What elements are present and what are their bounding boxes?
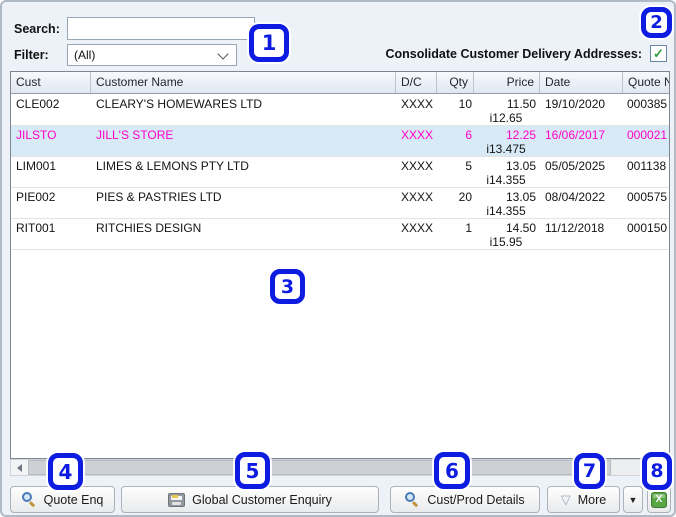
dc-value: XXXX <box>401 159 435 174</box>
search-label: Search: <box>14 22 60 36</box>
dc-value: XXXX <box>401 221 435 236</box>
annotation-badge-8: 8 <box>642 452 672 490</box>
column-header-dc[interactable]: D/C <box>396 72 437 93</box>
cust-code-link[interactable]: RIT001 <box>16 221 88 236</box>
customer-name: JILL'S STORE <box>96 128 392 143</box>
date-value: 08/04/2022 <box>545 190 622 205</box>
annotation-badge-1: 1 <box>249 24 289 62</box>
qty-value: 10 <box>437 97 472 112</box>
consolidate-checkbox[interactable]: ✓ <box>650 45 667 62</box>
price-value: 11.50 <box>474 97 536 112</box>
table-row[interactable]: RIT001 RITCHIES DESIGN XXXX 1 14.50 i15.… <box>11 219 669 250</box>
search-input[interactable] <box>67 17 255 40</box>
global-customer-enquiry-label: Global Customer Enquiry <box>192 493 332 507</box>
quote-no-link[interactable]: 000385 <box>627 97 669 112</box>
table-row[interactable]: LIM001 LIMES & LEMONS PTY LTD XXXX 5 13.… <box>11 157 669 188</box>
filter-label: Filter: <box>14 48 49 62</box>
qty-value: 1 <box>437 221 472 236</box>
magnifier-icon <box>22 492 37 507</box>
customer-name: LIMES & LEMONS PTY LTD <box>96 159 392 174</box>
annotation-badge-4: 4 <box>48 453 83 490</box>
cust-code-link[interactable]: LIM001 <box>16 159 88 174</box>
price-inc-value: i15.95 <box>474 235 538 250</box>
scroll-left-button[interactable] <box>11 460 28 475</box>
filter-value: (All) <box>74 48 95 62</box>
price-inc-value: i14.355 <box>474 173 538 188</box>
price-value: 12.25 <box>474 128 536 143</box>
quote-no-link[interactable]: 000150 <box>627 221 669 236</box>
cust-code-link[interactable]: JILSTO <box>16 128 88 143</box>
magnifier-icon <box>405 492 420 507</box>
column-header-price[interactable]: Price <box>474 72 540 93</box>
global-customer-enquiry-button[interactable]: Global Customer Enquiry <box>121 486 379 513</box>
customer-name: PIES & PASTRIES LTD <box>96 190 392 205</box>
triangle-down-icon: ▽ <box>561 493 571 506</box>
cust-prod-details-button[interactable]: Cust/Prod Details <box>390 486 540 513</box>
more-button[interactable]: ▽ More <box>547 486 620 513</box>
customer-name: CLEARY'S HOMEWARES LTD <box>96 97 392 112</box>
date-value: 11/12/2018 <box>545 221 622 236</box>
table-row-selected[interactable]: JILSTO JILL'S STORE XXXX 6 12.25 i13.475… <box>11 126 669 157</box>
chevron-down-icon <box>217 48 228 59</box>
qty-value: 5 <box>437 159 472 174</box>
filter-dropdown[interactable]: (All) <box>67 44 237 66</box>
register-icon <box>168 493 185 507</box>
horizontal-scrollbar[interactable] <box>10 459 670 476</box>
column-header-date[interactable]: Date <box>540 72 623 93</box>
date-value: 16/06/2017 <box>545 128 622 143</box>
table-row[interactable]: PIE002 PIES & PASTRIES LTD XXXX 20 13.05… <box>11 188 669 219</box>
checkmark-icon: ✓ <box>653 46 664 61</box>
export-excel-button[interactable]: X <box>647 486 671 513</box>
cust-code-link[interactable]: PIE002 <box>16 190 88 205</box>
qty-value: 6 <box>437 128 472 143</box>
price-inc-value: i14.355 <box>474 204 538 219</box>
price-inc-value: i12.65 <box>474 111 538 126</box>
price-value: 13.05 <box>474 159 536 174</box>
annotation-badge-3: 3 <box>270 269 305 304</box>
results-grid: Cust Customer Name D/C Qty Price Date Qu… <box>10 71 670 459</box>
customer-name: RITCHIES DESIGN <box>96 221 392 236</box>
scrollbar-thumb[interactable] <box>28 460 611 475</box>
consolidate-label: Consolidate Customer Delivery Addresses: <box>385 47 642 61</box>
cust-prod-details-label: Cust/Prod Details <box>427 493 524 507</box>
quote-no-link[interactable]: 000021 <box>627 128 669 143</box>
dc-value: XXXX <box>401 128 435 143</box>
cust-code-link[interactable]: CLE002 <box>16 97 88 112</box>
column-header-qty[interactable]: Qty <box>437 72 474 93</box>
dc-value: XXXX <box>401 97 435 112</box>
more-dropdown-arrow-button[interactable]: ▼ <box>623 486 643 513</box>
quote-no-link[interactable]: 001138 <box>627 159 669 174</box>
annotation-badge-2: 2 <box>641 7 672 38</box>
quote-no-link[interactable]: 000575 <box>627 190 669 205</box>
grid-header: Cust Customer Name D/C Qty Price Date Qu… <box>11 72 669 94</box>
price-value: 14.50 <box>474 221 536 236</box>
date-value: 19/10/2020 <box>545 97 622 112</box>
column-header-quote-no[interactable]: Quote No <box>623 72 669 93</box>
quote-enq-label: Quote Enq <box>44 493 104 507</box>
dropdown-arrow-icon: ▼ <box>629 495 638 505</box>
table-row[interactable]: CLE002 CLEARY'S HOMEWARES LTD XXXX 10 11… <box>11 95 669 126</box>
price-value: 13.05 <box>474 190 536 205</box>
excel-icon: X <box>651 492 667 508</box>
quote-enq-button[interactable]: Quote Enq <box>10 486 115 513</box>
annotation-badge-6: 6 <box>434 452 470 489</box>
column-header-customer-name[interactable]: Customer Name <box>91 72 396 93</box>
dc-value: XXXX <box>401 190 435 205</box>
price-inc-value: i13.475 <box>474 142 538 157</box>
quote-enquiry-panel: Search: Filter: (All) Consolidate Custom… <box>0 0 676 517</box>
annotation-badge-7: 7 <box>574 453 605 489</box>
date-value: 05/05/2025 <box>545 159 622 174</box>
more-label: More <box>578 493 606 507</box>
left-arrow-icon <box>17 464 22 472</box>
annotation-badge-5: 5 <box>235 452 270 489</box>
column-header-cust[interactable]: Cust <box>11 72 91 93</box>
qty-value: 20 <box>437 190 472 205</box>
